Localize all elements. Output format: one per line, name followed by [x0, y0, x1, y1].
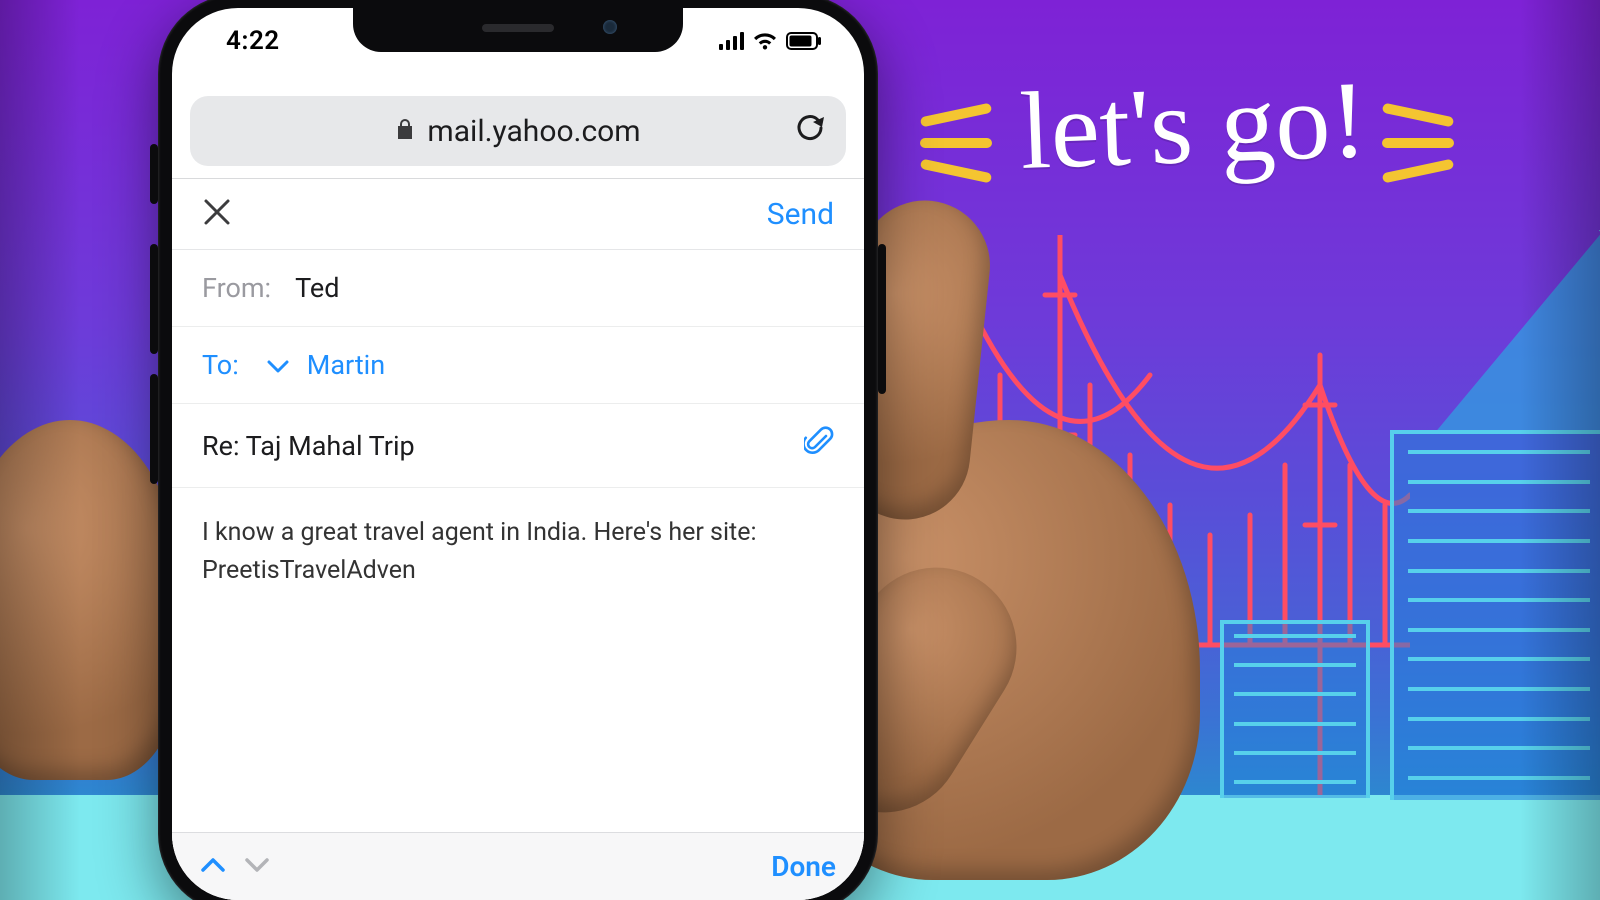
to-value[interactable]: Martin: [307, 349, 385, 381]
cellular-icon: [719, 32, 744, 50]
battery-icon: [786, 32, 822, 50]
wifi-icon: [752, 31, 778, 51]
url-text: mail.yahoo.com: [427, 114, 640, 149]
subject-row[interactable]: Re: Taj Mahal Trip: [172, 404, 864, 488]
phone-screen: 4:22 mail.yahoo.com: [172, 8, 864, 900]
building-mid: [1220, 620, 1370, 798]
reload-icon[interactable]: [796, 114, 824, 148]
done-button[interactable]: Done: [771, 850, 836, 883]
from-value: Ted: [295, 272, 339, 304]
headline: let's go!: [1018, 64, 1368, 186]
subject-input[interactable]: Re: Taj Mahal Trip: [202, 430, 415, 462]
building-right: [1390, 430, 1600, 800]
phone-frame: 4:22 mail.yahoo.com: [158, 0, 878, 900]
chevron-down-icon[interactable]: [267, 349, 289, 381]
compose-view: Send From: Ted To: Martin Re: Taj Mahal …: [172, 180, 864, 900]
to-label: To:: [202, 349, 239, 381]
address-bar[interactable]: mail.yahoo.com: [190, 96, 846, 166]
prev-field-icon[interactable]: [200, 856, 226, 878]
to-row[interactable]: To: Martin: [172, 327, 864, 404]
from-row[interactable]: From: Ted: [172, 250, 864, 327]
body-textarea[interactable]: I know a great travel agent in India. He…: [172, 488, 864, 615]
notch: [353, 8, 683, 52]
browser-chrome: mail.yahoo.com: [172, 86, 864, 191]
status-time: 4:22: [226, 26, 280, 56]
close-icon[interactable]: [202, 197, 232, 233]
attachment-icon[interactable]: [804, 426, 834, 465]
from-label: From:: [202, 272, 271, 304]
lock-icon: [395, 117, 415, 145]
keyboard-accessory: Done: [172, 832, 864, 900]
send-button[interactable]: Send: [767, 197, 834, 232]
next-field-icon[interactable]: [244, 856, 270, 878]
